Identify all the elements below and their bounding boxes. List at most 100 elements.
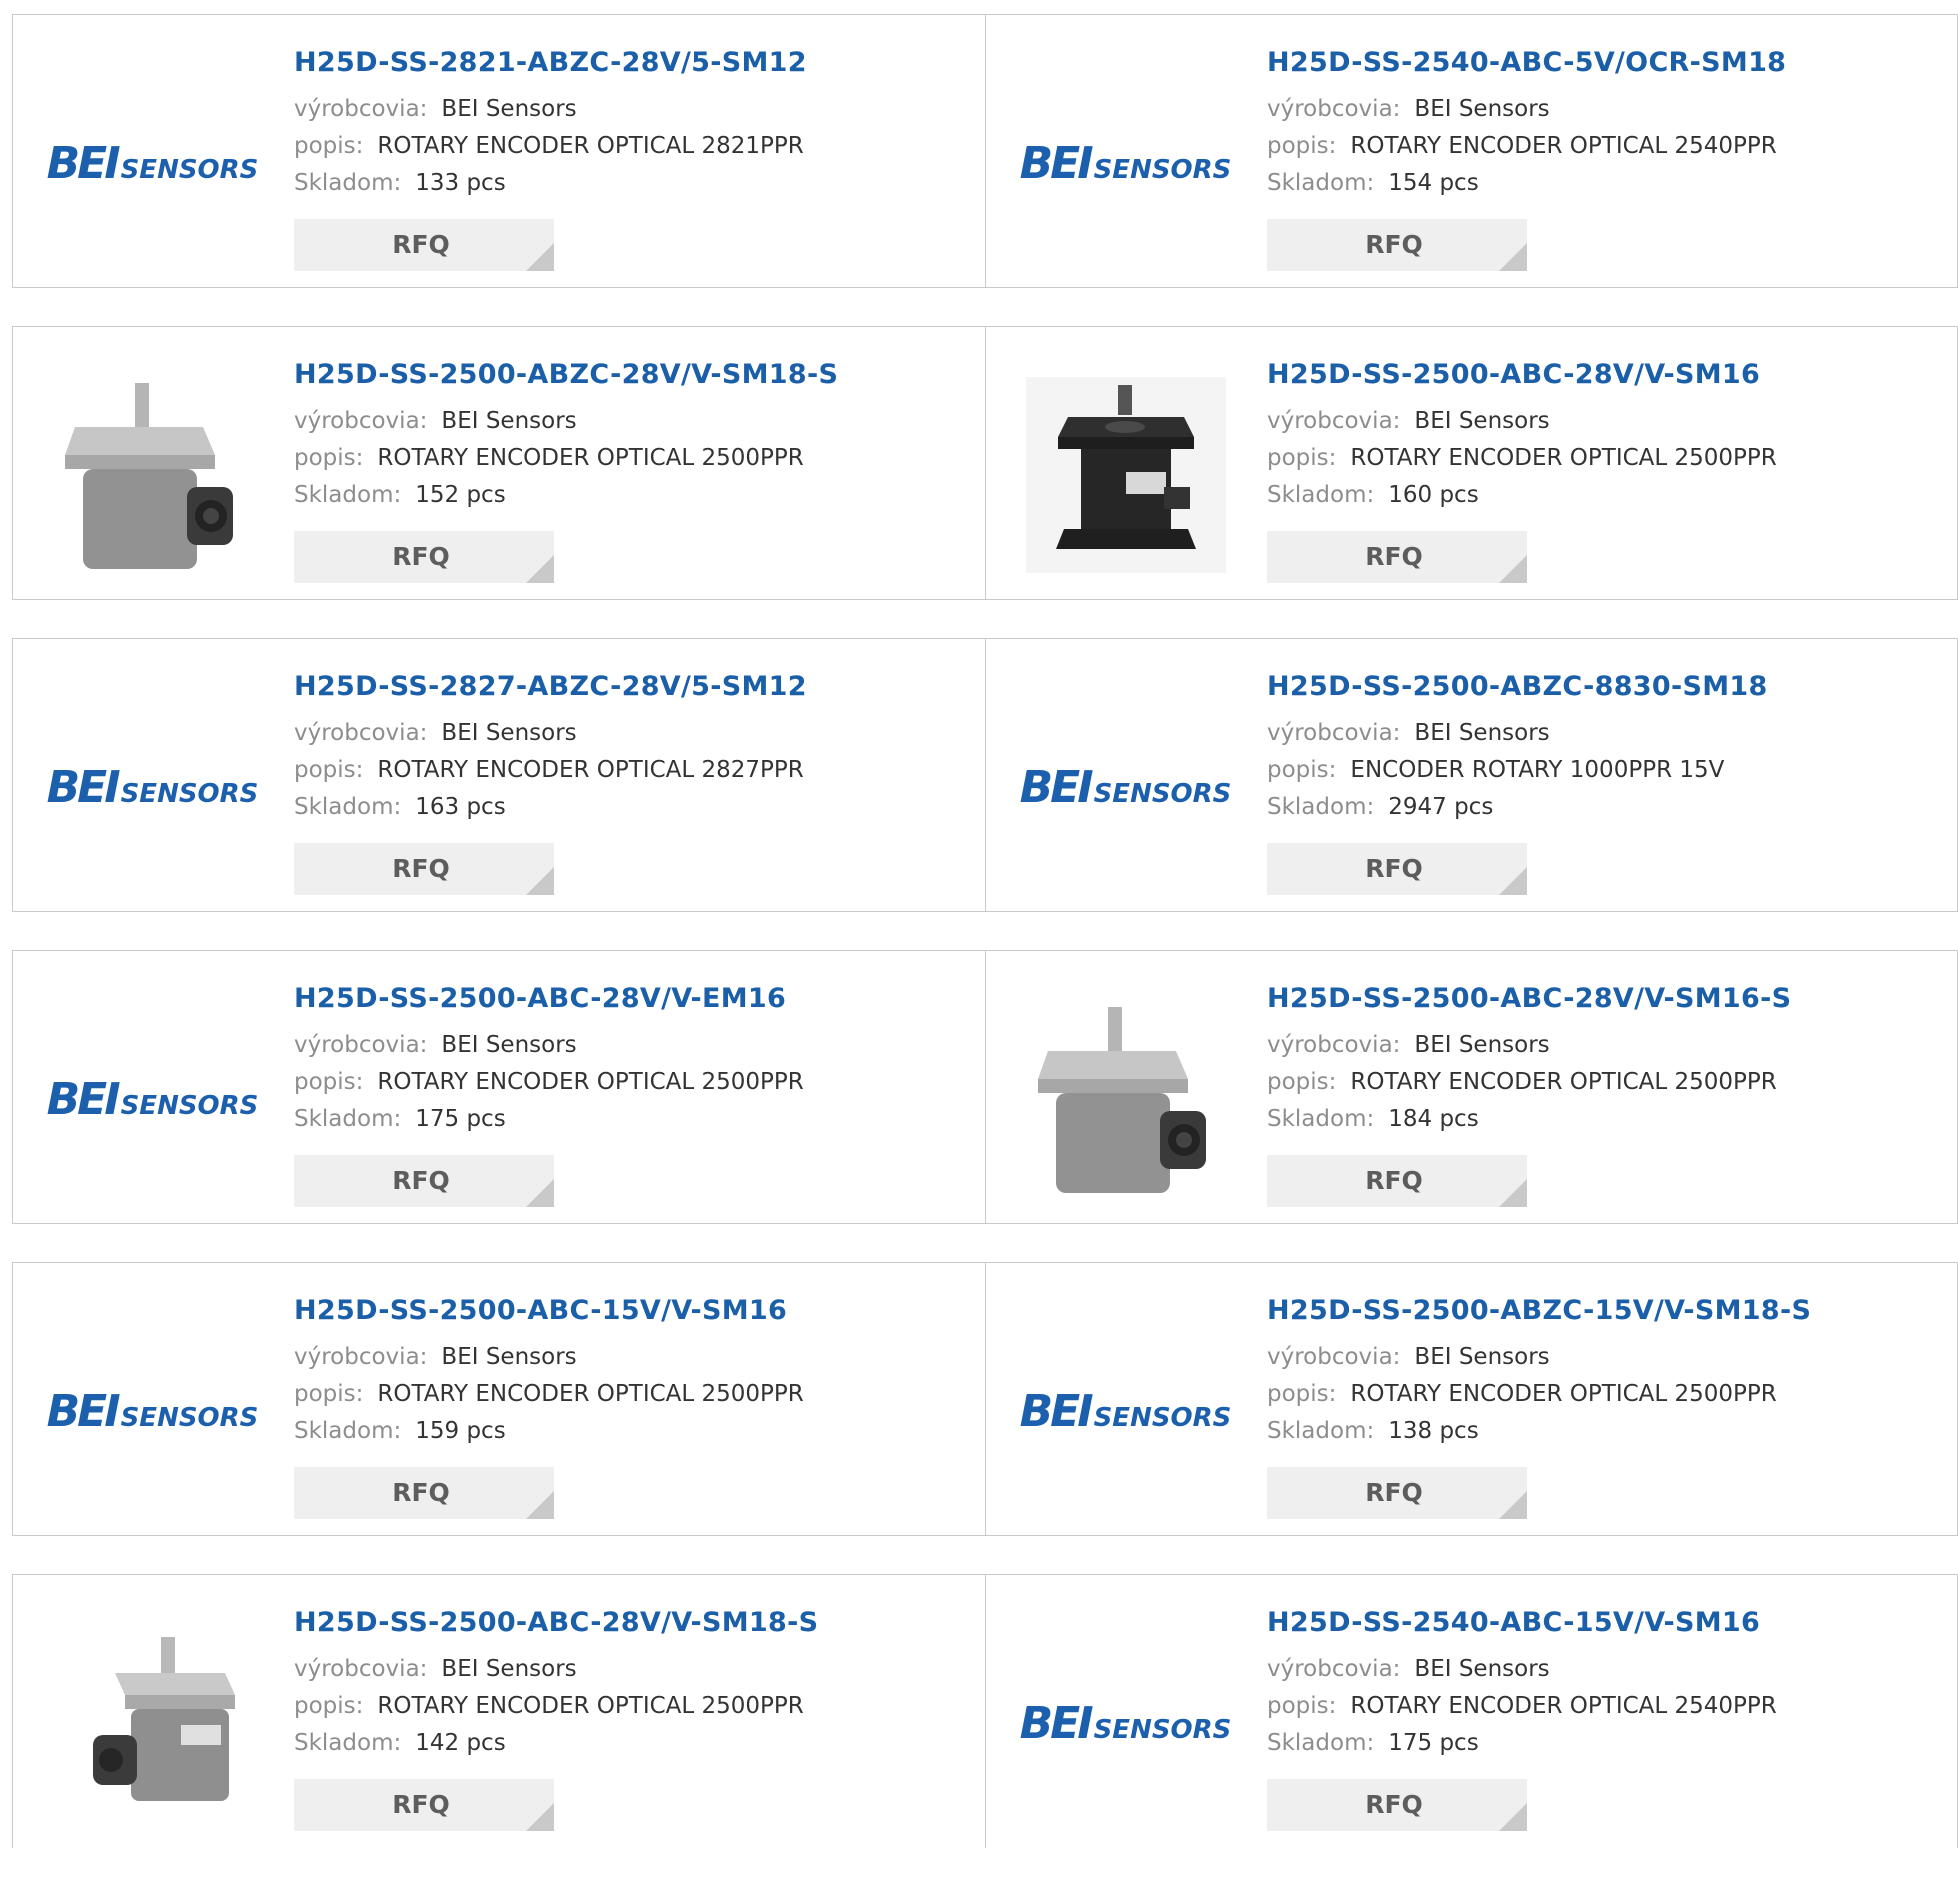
rfq-button[interactable]: RFQ (1267, 531, 1527, 583)
description-line: popis: ROTARY ENCODER OPTICAL 2500PPR (294, 440, 838, 477)
product-image[interactable]: BEI SENSORS (47, 65, 259, 261)
product-image[interactable]: BEI SENSORS (47, 1313, 259, 1509)
stock-value: 154 pcs (1388, 170, 1479, 196)
rfq-button[interactable]: RFQ (294, 843, 554, 895)
manufacturer-line: výrobcovia: BEI Sensors (294, 403, 838, 440)
stock-line: Skladom: 152 pcs (294, 477, 838, 514)
manufacturer-line: výrobcovia: BEI Sensors (294, 1651, 818, 1688)
description-line: popis: ROTARY ENCODER OPTICAL 2500PPR (1267, 440, 1777, 477)
product-image[interactable] (1025, 1001, 1226, 1197)
product-image[interactable] (52, 377, 253, 573)
bei-sensors-logo: BEI SENSORS (1020, 1386, 1232, 1437)
product-image[interactable]: BEI SENSORS (1020, 65, 1232, 261)
part-number-link[interactable]: H25D-SS-2827-ABZC-28V/5-SM12 (294, 669, 807, 705)
manufacturer-line: výrobcovia: BEI Sensors (1267, 1651, 1777, 1688)
product-info: H25D-SS-2500-ABZC-28V/V-SM18-S výrobcovi… (294, 357, 838, 583)
product-row: H25D-SS-2500-ABZC-28V/V-SM18-S výrobcovi… (12, 326, 1958, 600)
product-image[interactable]: BEI SENSORS (47, 1001, 259, 1197)
description-value: ROTARY ENCODER OPTICAL 2500PPR (377, 445, 804, 471)
stock-value: 138 pcs (1388, 1418, 1479, 1444)
part-number-link[interactable]: H25D-SS-2821-ABZC-28V/5-SM12 (294, 45, 807, 81)
stock-value: 160 pcs (1388, 482, 1479, 508)
description-label: popis: (1267, 757, 1337, 783)
manufacturer-line: výrobcovia: BEI Sensors (294, 715, 807, 752)
rfq-label: RFQ (392, 1478, 450, 1507)
corner-triangle-icon (1499, 243, 1527, 271)
product-row: BEI SENSORS H25D-SS-2821-ABZC-28V/5-SM12 … (12, 14, 1958, 288)
product-row: BEI SENSORS H25D-SS-2500-ABC-28V/V-EM16 v… (12, 950, 1958, 1224)
manufacturer-line: výrobcovia: BEI Sensors (1267, 1027, 1791, 1064)
stock-value: 152 pcs (415, 482, 506, 508)
part-number-link[interactable]: H25D-SS-2500-ABC-28V/V-SM18-S (294, 1605, 818, 1641)
manufacturer-value: BEI Sensors (1414, 408, 1550, 434)
manufacturer-label: výrobcovia: (1267, 720, 1401, 746)
manufacturer-value: BEI Sensors (1414, 720, 1550, 746)
stock-label: Skladom: (1267, 1730, 1375, 1756)
rfq-label: RFQ (1365, 1166, 1423, 1195)
part-number-link[interactable]: H25D-SS-2540-ABC-5V/OCR-SM18 (1267, 45, 1786, 81)
product-card: H25D-SS-2500-ABC-28V/V-SM18-S výrobcovia… (13, 1575, 985, 1848)
rfq-button[interactable]: RFQ (294, 531, 554, 583)
product-image[interactable]: BEI SENSORS (47, 689, 259, 885)
part-number-link[interactable]: H25D-SS-2500-ABC-15V/V-SM16 (294, 1293, 804, 1329)
bei-sensors-logo: BEI SENSORS (47, 1074, 259, 1125)
rfq-button[interactable]: RFQ (1267, 1155, 1527, 1207)
logo-text-bei: BEI (46, 761, 121, 813)
rfq-label: RFQ (392, 1166, 450, 1195)
product-card: BEI SENSORS H25D-SS-2540-ABC-15V/V-SM16 v… (985, 1575, 1957, 1848)
rfq-button[interactable]: RFQ (1267, 1779, 1527, 1831)
logo-text-sensors: SENSORS (1093, 1714, 1232, 1745)
part-number-link[interactable]: H25D-SS-2500-ABZC-28V/V-SM18-S (294, 357, 838, 393)
part-number-link[interactable]: H25D-SS-2500-ABC-28V/V-SM16-S (1267, 981, 1791, 1017)
description-value: ROTARY ENCODER OPTICAL 2500PPR (1350, 1069, 1777, 1095)
logo-text-bei: BEI (1019, 1385, 1094, 1437)
rfq-button[interactable]: RFQ (1267, 219, 1527, 271)
rfq-button[interactable]: RFQ (294, 1779, 554, 1831)
part-number-link[interactable]: H25D-SS-2500-ABC-28V/V-SM16 (1267, 357, 1777, 393)
bei-sensors-logo: BEI SENSORS (1020, 138, 1232, 189)
rfq-label: RFQ (1365, 854, 1423, 883)
product-card: BEI SENSORS H25D-SS-2500-ABC-15V/V-SM16 v… (13, 1263, 985, 1535)
rfq-button[interactable]: RFQ (294, 219, 554, 271)
rfq-button[interactable]: RFQ (1267, 1467, 1527, 1519)
product-row: H25D-SS-2500-ABC-28V/V-SM18-S výrobcovia… (12, 1574, 1958, 1848)
stock-line: Skladom: 184 pcs (1267, 1101, 1791, 1138)
logo-text-sensors: SENSORS (120, 1090, 259, 1121)
stock-value: 175 pcs (415, 1106, 506, 1132)
description-label: popis: (294, 133, 364, 159)
corner-triangle-icon (1499, 1803, 1527, 1831)
product-image[interactable]: BEI SENSORS (1020, 689, 1232, 885)
product-image[interactable]: BEI SENSORS (1020, 1625, 1232, 1821)
product-info: H25D-SS-2500-ABC-15V/V-SM16 výrobcovia: B… (294, 1293, 804, 1519)
logo-text-bei: BEI (46, 1385, 121, 1437)
stock-line: Skladom: 133 pcs (294, 165, 807, 202)
stock-label: Skladom: (1267, 1106, 1375, 1132)
rfq-button[interactable]: RFQ (294, 1155, 554, 1207)
part-number-link[interactable]: H25D-SS-2500-ABZC-8830-SM18 (1267, 669, 1768, 705)
description-label: popis: (1267, 1693, 1337, 1719)
manufacturer-label: výrobcovia: (294, 1344, 428, 1370)
rfq-label: RFQ (392, 854, 450, 883)
rfq-button[interactable]: RFQ (1267, 843, 1527, 895)
stock-value: 142 pcs (415, 1730, 506, 1756)
part-number-link[interactable]: H25D-SS-2500-ABZC-15V/V-SM18-S (1267, 1293, 1811, 1329)
stock-label: Skladom: (294, 794, 402, 820)
product-card: H25D-SS-2500-ABC-28V/V-SM16 výrobcovia: B… (985, 327, 1957, 599)
rfq-button[interactable]: RFQ (294, 1467, 554, 1519)
stock-value: 2947 pcs (1388, 794, 1494, 820)
description-label: popis: (1267, 1069, 1337, 1095)
part-number-link[interactable]: H25D-SS-2540-ABC-15V/V-SM16 (1267, 1605, 1777, 1641)
description-value: ROTARY ENCODER OPTICAL 2500PPR (1350, 1381, 1777, 1407)
corner-triangle-icon (1499, 1179, 1527, 1207)
rfq-label: RFQ (1365, 1790, 1423, 1819)
manufacturer-label: výrobcovia: (1267, 1656, 1401, 1682)
product-card: BEI SENSORS H25D-SS-2827-ABZC-28V/5-SM12 … (13, 639, 985, 911)
product-image[interactable]: BEI SENSORS (1020, 1313, 1232, 1509)
product-card: BEI SENSORS H25D-SS-2500-ABZC-8830-SM18 v… (985, 639, 1957, 911)
stock-label: Skladom: (294, 1106, 402, 1132)
product-image[interactable] (52, 1625, 253, 1821)
rfq-label: RFQ (1365, 230, 1423, 259)
part-number-link[interactable]: H25D-SS-2500-ABC-28V/V-EM16 (294, 981, 804, 1017)
product-image[interactable] (1025, 377, 1226, 573)
description-label: popis: (294, 445, 364, 471)
